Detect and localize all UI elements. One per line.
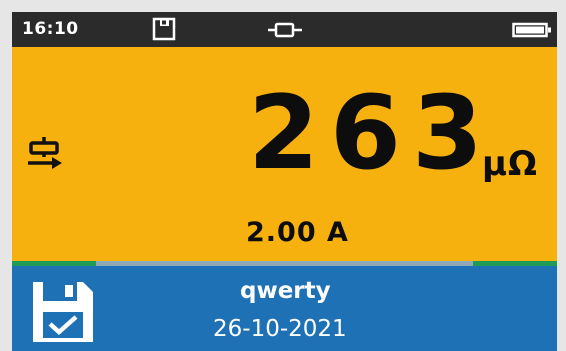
reading-panel: 263 μΩ 2.00 A <box>12 47 557 261</box>
status-bar: 16:10 <box>12 12 557 47</box>
save-record-date: 26-10-2021 <box>213 316 347 342</box>
device-frame: 16:10 263 μΩ 2.00 A qwerty 26-10-2021 <box>0 0 566 351</box>
connector-icon <box>268 22 302 38</box>
save-check-icon[interactable] <box>30 279 96 345</box>
test-current: 2.00 A <box>246 217 349 248</box>
save-panel[interactable]: qwerty 26-10-2021 <box>12 266 557 351</box>
measurement-value: 263 <box>248 74 494 193</box>
resistance-probe-icon <box>28 137 62 169</box>
save-record-name: qwerty <box>240 278 331 304</box>
device-screen: 16:10 263 μΩ 2.00 A qwerty 26-10-2021 <box>12 12 557 351</box>
measurement-unit: μΩ <box>482 144 538 184</box>
save-icon <box>152 17 176 41</box>
clock: 16:10 <box>22 19 79 39</box>
battery-icon <box>512 22 551 38</box>
